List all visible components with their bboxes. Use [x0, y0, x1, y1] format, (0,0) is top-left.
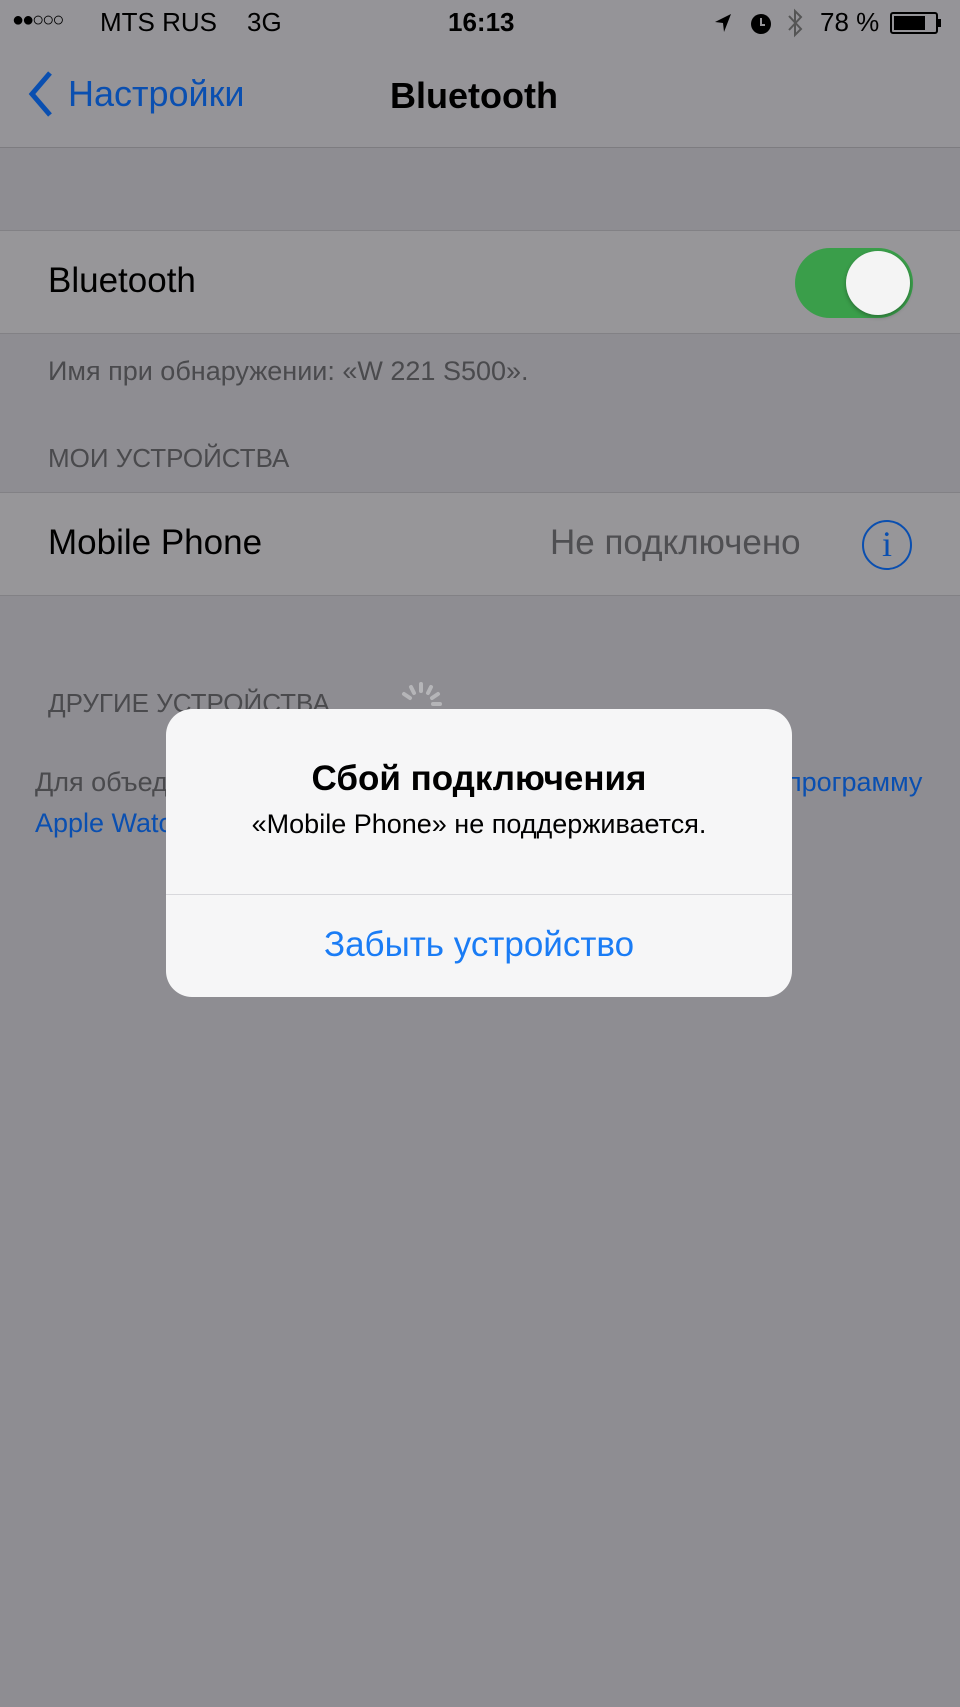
discovery-name-text: Имя при обнаружении: «W 221 S500». — [48, 356, 529, 386]
battery-icon — [890, 12, 938, 34]
signal-strength-icon: ●●○○○ — [12, 9, 64, 31]
clock: 16:13 — [448, 7, 515, 37]
device-row[interactable]: Mobile Phone Не подключено i — [0, 492, 960, 596]
status-bar: ●●○○○ MTS RUS 3G 16:13 78 % — [0, 0, 960, 44]
bluetooth-toggle[interactable] — [795, 248, 913, 318]
alarm-icon — [751, 14, 771, 34]
connection-error-alert: Сбой подключения «Mobile Phone» не подде… — [166, 709, 792, 997]
my-devices-header: МОИ УСТРОЙСТВА — [48, 443, 290, 473]
bluetooth-icon — [788, 8, 803, 38]
chevron-left-icon — [28, 71, 52, 117]
bluetooth-label: Bluetooth — [48, 261, 196, 300]
bluetooth-row: Bluetooth — [0, 230, 960, 334]
alert-title: Сбой подключения — [311, 759, 647, 798]
battery-percent: 78 % — [820, 7, 880, 37]
location-arrow-icon — [715, 14, 731, 32]
info-icon[interactable]: i — [862, 520, 912, 570]
device-status: Не подключено — [550, 523, 801, 562]
alert-message: «Mobile Phone» не поддерживается. — [251, 809, 707, 839]
back-button[interactable]: Настройки — [26, 70, 245, 118]
toggle-knob — [846, 251, 910, 315]
forget-device-button[interactable]: Забыть устройство — [166, 894, 792, 997]
page-title: Bluetooth — [390, 75, 558, 116]
device-name: Mobile Phone — [48, 523, 263, 562]
network-type: 3G — [247, 7, 282, 37]
navigation-bar: Настройки Bluetooth — [0, 44, 960, 148]
carrier: MTS RUS — [100, 7, 217, 37]
back-label: Настройки — [68, 73, 245, 114]
